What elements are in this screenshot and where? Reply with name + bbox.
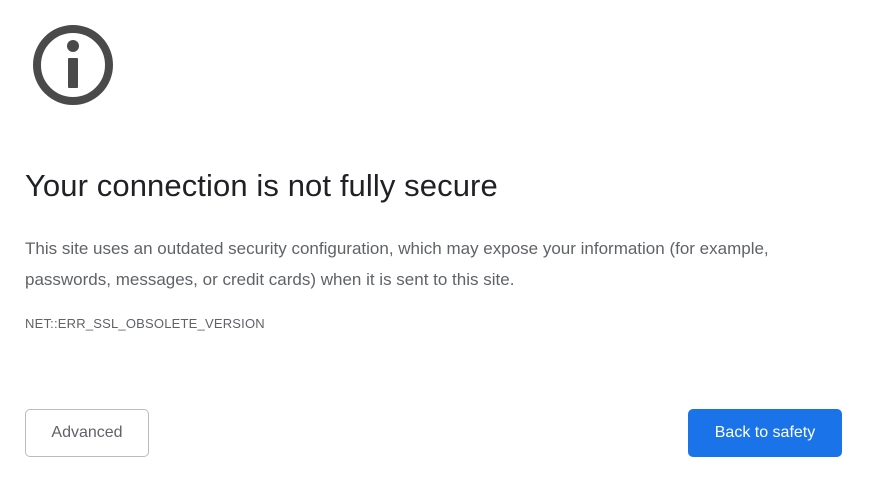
page-title: Your connection is not fully secure [25,168,498,203]
back-to-safety-button[interactable]: Back to safety [688,409,842,457]
description-text: This site uses an outdated security conf… [25,239,769,289]
info-icon [33,25,113,105]
advanced-button[interactable]: Advanced [25,409,149,457]
error-code: NET::ERR_SSL_OBSOLETE_VERSION [25,316,265,331]
